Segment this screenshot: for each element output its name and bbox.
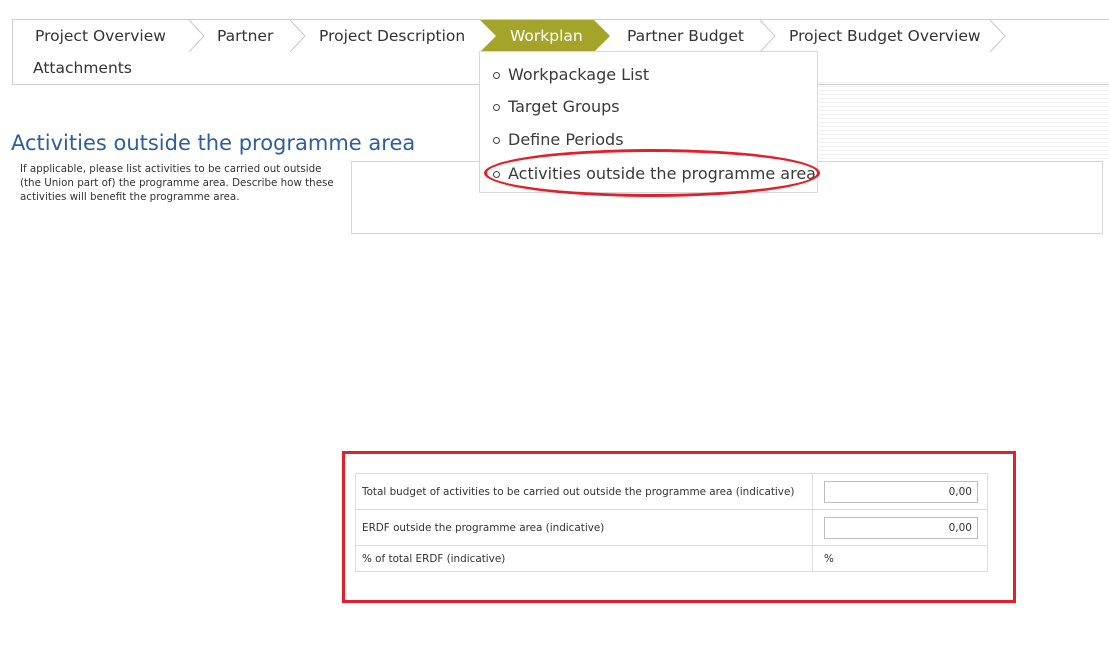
bullet-icon bbox=[493, 103, 500, 111]
table-row: Total budget of activities to be carried… bbox=[356, 474, 987, 510]
menu-item-activities-outside[interactable]: Activities outside the programme area bbox=[493, 162, 816, 186]
chevron-separator-icon bbox=[989, 20, 1006, 52]
menu-item-workpackage-list[interactable]: Workpackage List bbox=[493, 63, 649, 87]
tab-attachments[interactable]: Attachments bbox=[13, 52, 132, 84]
chevron-separator-icon bbox=[289, 20, 306, 52]
tab-partner[interactable]: Partner bbox=[217, 20, 273, 52]
bullet-icon bbox=[493, 136, 500, 144]
pct-total-erdf-value: % bbox=[824, 552, 834, 565]
total-budget-input[interactable]: 0,00 bbox=[824, 481, 978, 503]
menu-item-label: Target Groups bbox=[508, 97, 620, 116]
page-title: Activities outside the programme area bbox=[11, 131, 416, 155]
section-description: If applicable, please list activities to… bbox=[20, 163, 334, 203]
tab-label: Attachments bbox=[33, 59, 132, 77]
bullet-icon bbox=[493, 170, 500, 178]
tab-label: Partner bbox=[217, 27, 274, 45]
menu-item-label: Activities outside the programme area bbox=[508, 164, 816, 183]
bullet-icon bbox=[493, 71, 500, 79]
tab-label: Project Budget Overview bbox=[789, 27, 981, 45]
menu-item-define-periods[interactable]: Define Periods bbox=[493, 128, 624, 152]
tab-project-description[interactable]: Project Description bbox=[319, 20, 465, 52]
background-stripes bbox=[815, 82, 1109, 162]
table-row: % of total ERDF (indicative) % bbox=[356, 546, 987, 571]
tab-label: Workplan bbox=[510, 27, 583, 45]
chevron-separator-icon bbox=[188, 20, 205, 52]
tab-workplan[interactable]: Workplan bbox=[480, 20, 610, 52]
tab-partner-budget[interactable]: Partner Budget bbox=[627, 20, 744, 52]
erdf-outside-input[interactable]: 0,00 bbox=[824, 517, 978, 539]
tab-project-budget-overview[interactable]: Project Budget Overview bbox=[789, 20, 981, 52]
total-budget-label: Total budget of activities to be carried… bbox=[362, 485, 795, 498]
column-divider bbox=[812, 474, 813, 509]
table-row: ERDF outside the programme area (indicat… bbox=[356, 510, 987, 546]
tab-project-overview[interactable]: Project Overview bbox=[35, 20, 166, 52]
menu-item-label: Define Periods bbox=[508, 130, 624, 149]
erdf-outside-label: ERDF outside the programme area (indicat… bbox=[362, 521, 605, 534]
pct-total-erdf-label: % of total ERDF (indicative) bbox=[362, 552, 506, 565]
menu-item-label: Workpackage List bbox=[508, 65, 650, 84]
workplan-dropdown-menu: Workpackage List Target Groups Define Pe… bbox=[479, 51, 818, 193]
column-divider bbox=[812, 546, 813, 571]
budget-table: Total budget of activities to be carried… bbox=[355, 473, 988, 572]
chevron-separator-icon bbox=[759, 20, 776, 52]
column-divider bbox=[812, 510, 813, 545]
tab-label: Partner Budget bbox=[627, 27, 745, 45]
tab-label: Project Overview bbox=[35, 27, 166, 45]
tab-label: Project Description bbox=[319, 27, 466, 45]
menu-item-target-groups[interactable]: Target Groups bbox=[493, 95, 620, 119]
